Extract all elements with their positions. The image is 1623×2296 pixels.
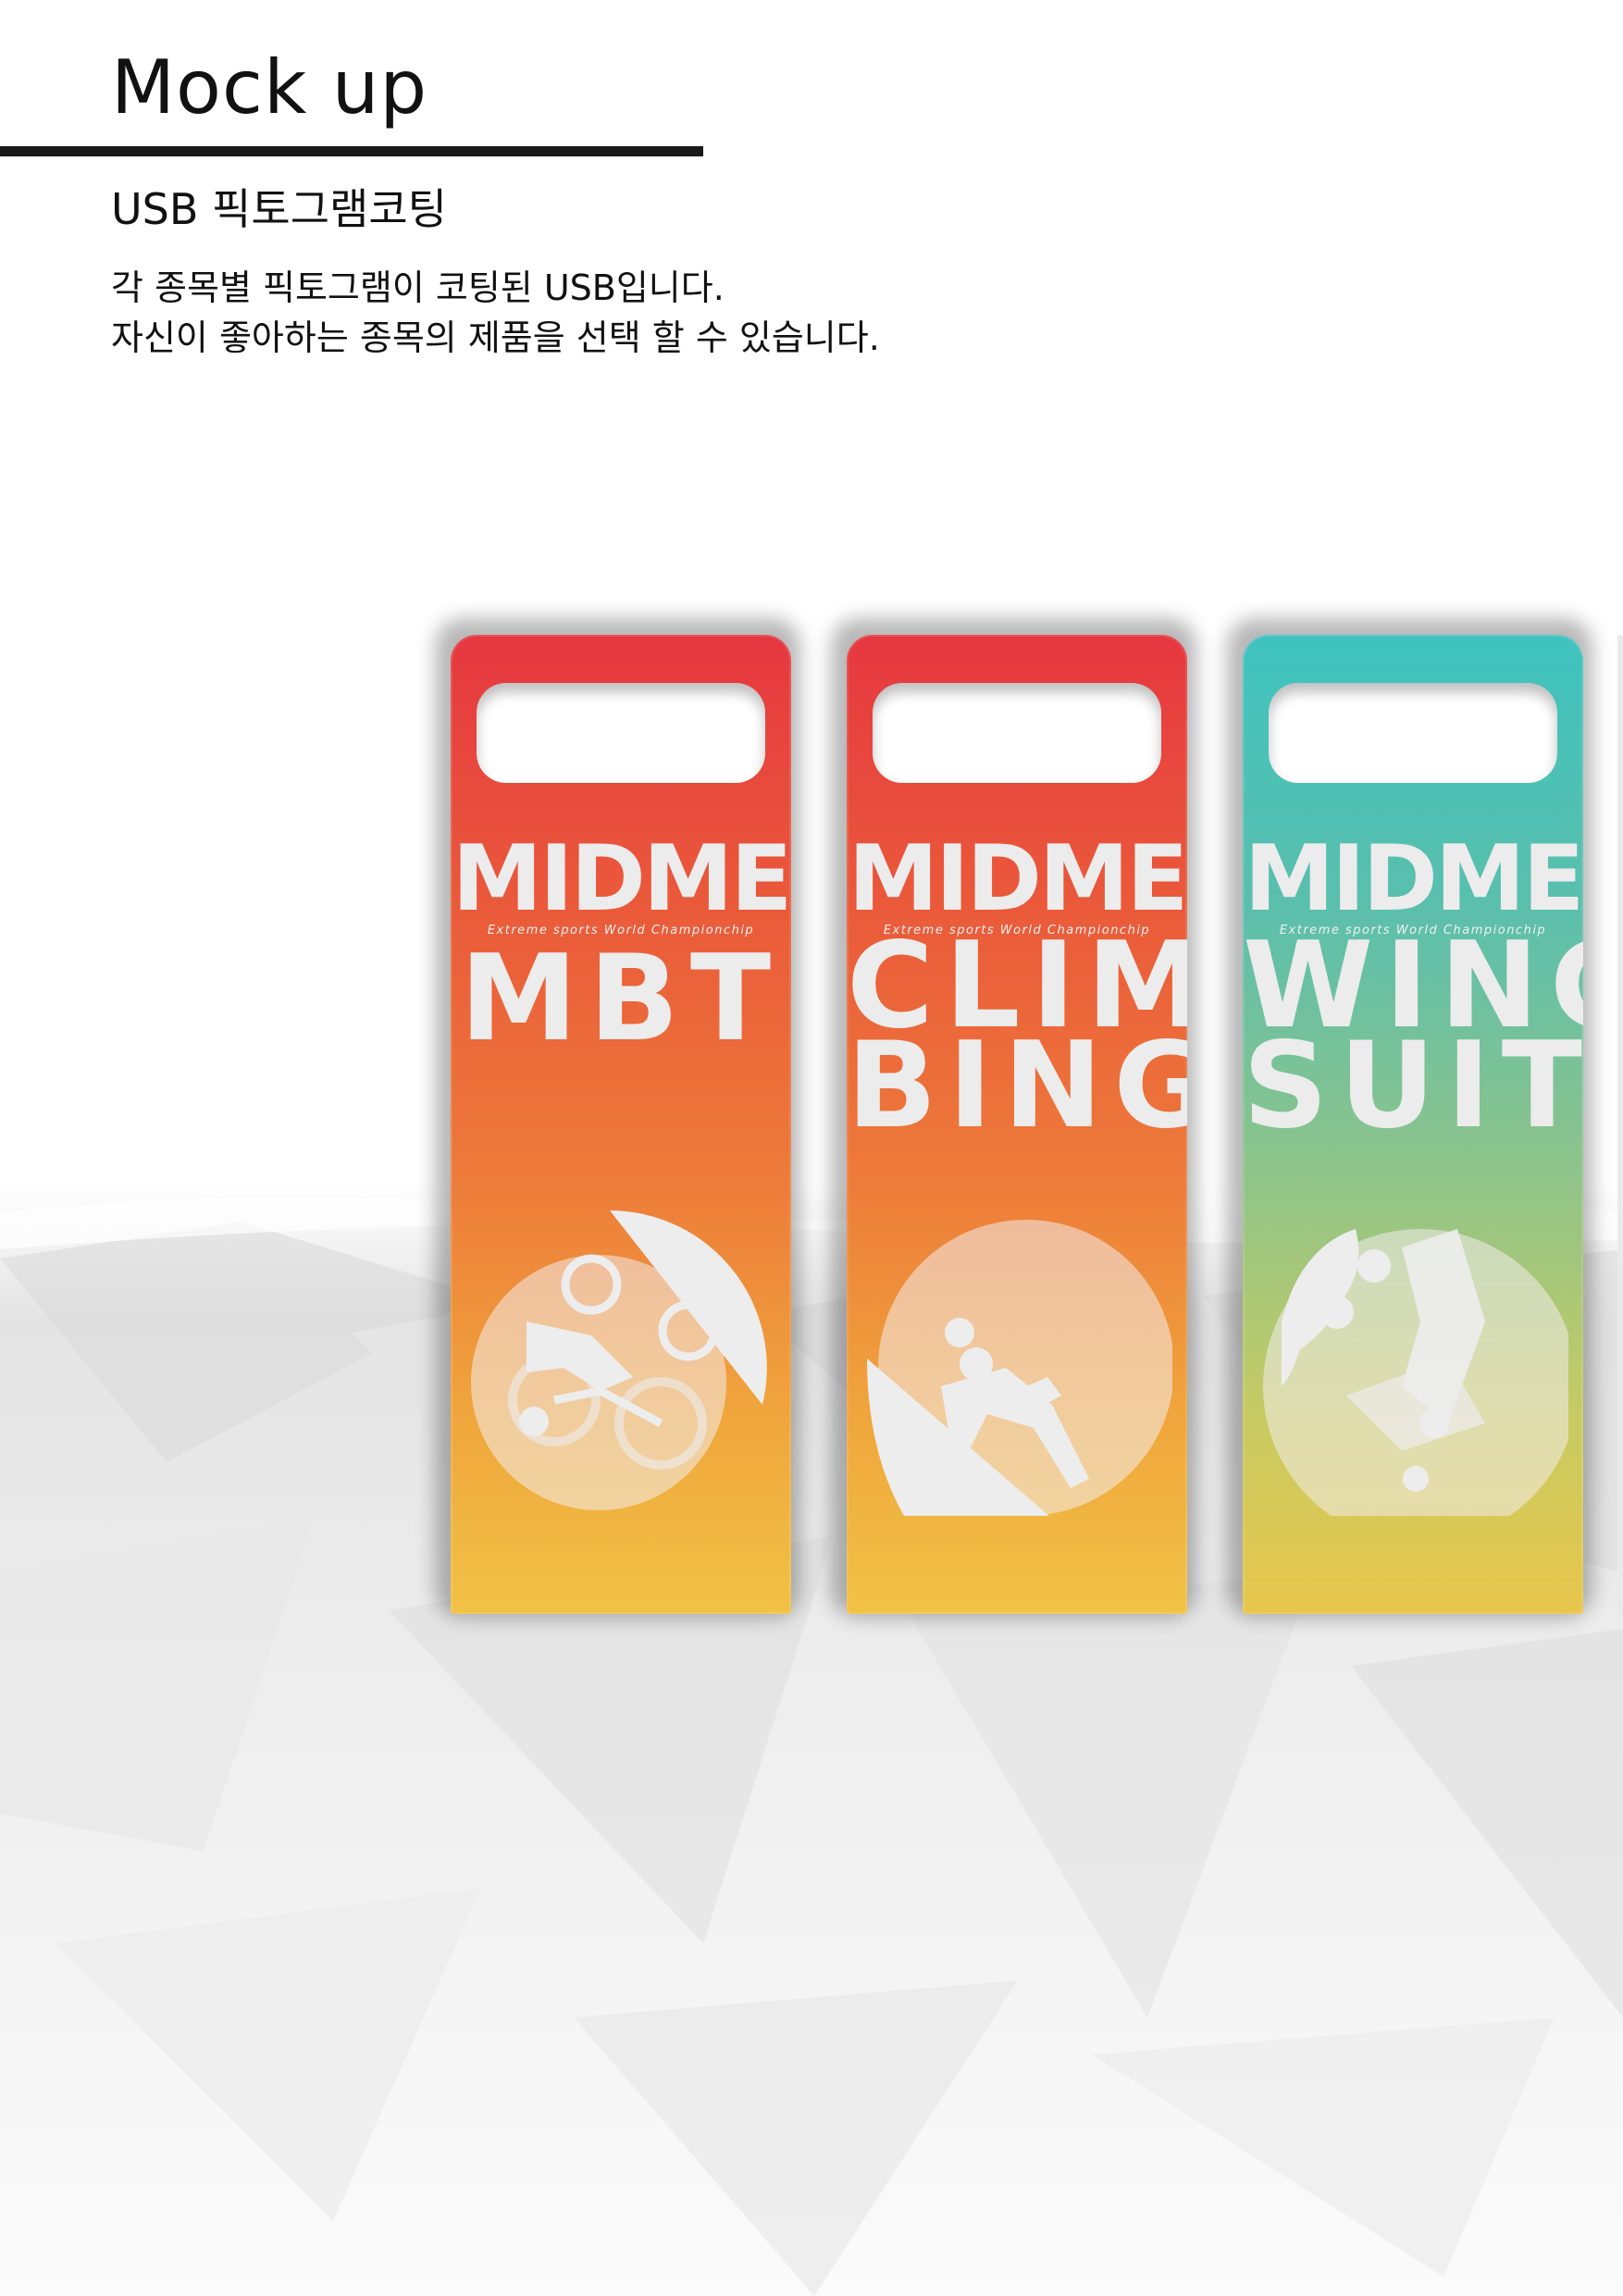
keyring-hole <box>477 683 765 783</box>
sport-name-line: SUIT <box>1243 1017 1583 1155</box>
brand-logo: MIDME <box>452 826 791 932</box>
keyring-hole <box>1269 683 1557 783</box>
title-underline <box>0 146 703 156</box>
usb-mbt: MIDME Extreme sports World Championchip … <box>451 635 791 1614</box>
usb-partial <box>1617 635 1623 1614</box>
sport-name: WING SUIT <box>1243 927 1583 1155</box>
page-title: Mock up <box>111 44 428 130</box>
usb-climbing: MIDME Extreme sports World Championchip … <box>847 635 1187 1614</box>
sport-name-line: BING <box>847 1017 1187 1155</box>
sport-name: MBT <box>451 930 791 1068</box>
keyring-hole <box>873 683 1161 783</box>
mountain-bike-icon <box>471 1210 767 1510</box>
description: 각 종목별 픽토그램이 코팅된 USB입니다. 자신이 좋아하는 종목의 제품을… <box>111 263 880 363</box>
brand-logo: MIDME <box>848 826 1187 932</box>
wingsuit-icon <box>1263 1229 1568 1516</box>
climbing-icon <box>867 1220 1172 1516</box>
description-line: 자신이 좋아하는 종목의 제품을 선택 할 수 있습니다. <box>111 317 880 358</box>
sport-name-line: MBT <box>459 930 783 1068</box>
sport-name: CLIM BING <box>847 927 1187 1155</box>
page-subtitle: USB 픽토그램코팅 <box>111 184 447 234</box>
description-line: 각 종목별 픽토그램이 코팅된 USB입니다. <box>111 267 725 308</box>
usb-wingsuit: MIDME Extreme sports World Championchip … <box>1243 635 1583 1614</box>
brand-logo: MIDME <box>1244 826 1583 932</box>
